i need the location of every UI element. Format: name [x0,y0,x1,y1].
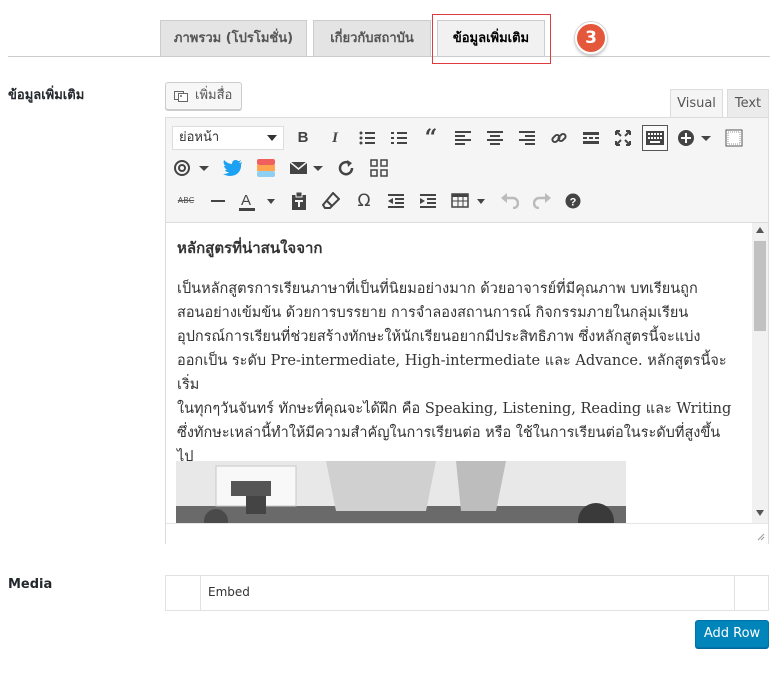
mention-icon[interactable] [172,156,212,180]
content-line: เป็นหลักสูตรการเรียนภาษาที่เป็นที่นิยมอย… [177,281,698,297]
paste-text-icon[interactable] [287,189,311,213]
tab-bar: ภาพรวม (โปรโมชั่น) เกี่ยวกับสถาบัน ข้อมู… [0,0,780,64]
format-select-value: ย่อหน้า [179,130,220,145]
email-icon[interactable] [287,156,327,180]
strikethrough-icon[interactable]: ABC [174,189,198,213]
tab-about-institute[interactable]: เกี่ยวกับสถาบัน [313,20,431,56]
align-center-icon[interactable] [483,126,507,150]
add-media-label: เพิ่มสื่อ [195,88,233,103]
scroll-up-icon[interactable] [756,227,764,233]
media-repeater-row: Embed [165,575,769,611]
editor-scrollbar[interactable] [752,223,768,523]
content-line: ออกเป็น ระดับ Pre-intermediate, High-int… [177,353,727,393]
content-line: ในทุกๆวันจันทร์ ทักษะที่คุณจะได้ฝึก คือ … [177,401,732,417]
format-select[interactable]: ย่อหน้า [172,126,284,150]
svg-text:A: A [241,192,251,209]
tab-divider [8,56,770,57]
bullet-list-icon[interactable] [355,126,379,150]
content-heading: หลักสูตรที่น่าสนใจจาก [177,239,323,257]
rich-text-editor: ย่อหน้า B I “ ABC A Ω ? หลักสูตรที่น่าสน… [165,117,769,544]
add-media-button[interactable]: เพิ่มสื่อ [165,82,242,110]
media-label: Media [8,577,53,592]
tab-overview[interactable]: ภาพรวม (โปรโมชั่น) [160,20,307,56]
tab-text[interactable]: Text [727,89,769,117]
help-icon[interactable]: ? [561,189,585,213]
horizontal-line-icon[interactable] [206,189,230,213]
scrollbar-thumb[interactable] [754,241,766,331]
align-right-icon[interactable] [515,126,539,150]
tab-visual[interactable]: Visual [670,89,723,117]
read-more-icon[interactable] [579,126,603,150]
undo-icon[interactable] [498,189,522,213]
step-badge: 3 [575,22,607,54]
editor-content[interactable]: หลักสูตรที่น่าสนใจจาก เป็นหลักสูตรการเรี… [166,223,752,523]
text-color-icon[interactable]: A [236,189,280,213]
redo-icon[interactable] [530,189,554,213]
content-image [176,461,626,523]
add-media-icon [174,91,188,102]
link-icon[interactable] [547,126,571,150]
content-line: สอนอย่างเข้มข้น ด้วยการบรรยาย การจำลองสถ… [177,305,689,321]
fullscreen-icon[interactable] [611,126,635,150]
highlight-box [432,14,551,64]
insert-plus-icon[interactable] [675,126,715,150]
toolbar-toggle-icon[interactable] [642,125,668,151]
indent-icon[interactable] [416,189,440,213]
editor-toolbar: ย่อหน้า B I “ ABC A Ω ? [166,118,768,223]
twitter-icon[interactable] [221,156,245,180]
bold-icon[interactable]: B [291,126,315,150]
content-line: ซึ่งทักษะเหล่านี้ทำให้มีความสำคัญในการเร… [177,425,721,441]
row-actions[interactable] [734,576,768,610]
chevron-down-icon [267,135,277,141]
preview-icon[interactable] [722,126,746,150]
table-icon[interactable] [450,189,490,213]
section-label: ข้อมูลเพิ่มเติม [8,88,85,103]
svg-text:?: ? [570,197,577,209]
content-paragraph: เป็นหลักสูตรการเรียนภาษาที่เป็นที่นิยมอย… [177,277,742,469]
blockquote-icon[interactable]: “ [419,126,443,150]
numbered-list-icon[interactable] [387,126,411,150]
clear-formatting-icon[interactable] [319,189,343,213]
grid-icon[interactable] [367,156,391,180]
scroll-down-icon[interactable] [756,510,764,516]
resize-handle-icon[interactable] [756,532,765,541]
add-row-button[interactable]: Add Row [695,620,769,648]
row-handle[interactable] [166,576,201,610]
outdent-icon[interactable] [384,189,408,213]
content-line: อุปกรณ์การเรียนที่ช่วยสร้างทักษะให้นักเร… [177,329,701,345]
embed-label: Embed [208,585,250,599]
color-block-icon[interactable] [254,156,278,180]
omega-icon[interactable]: Ω [352,189,376,213]
italic-icon[interactable]: I [323,126,347,150]
align-left-icon[interactable] [451,126,475,150]
editor-statusbar [166,523,768,544]
refresh-icon[interactable] [334,156,358,180]
